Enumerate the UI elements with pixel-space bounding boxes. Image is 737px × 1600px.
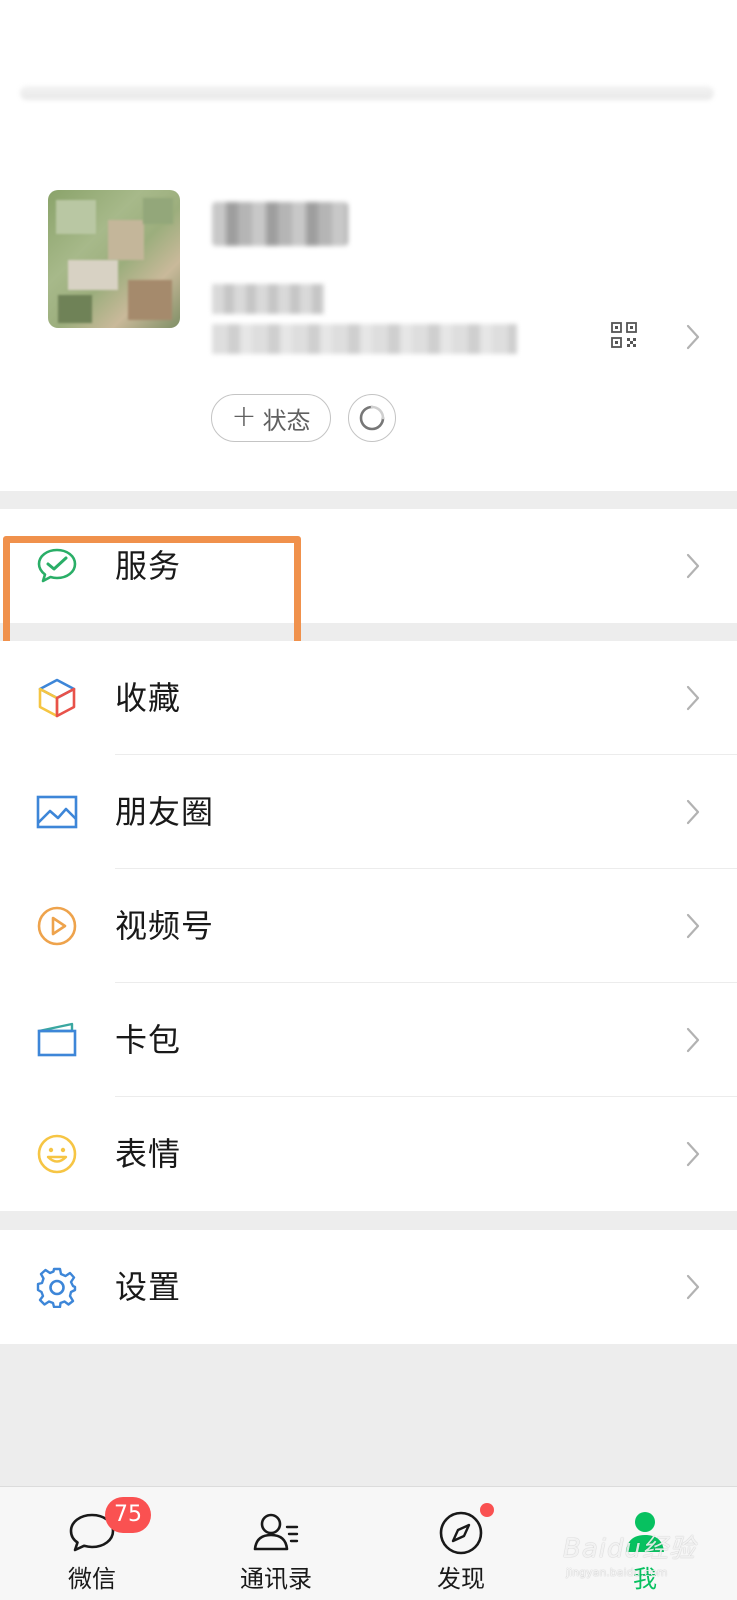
menu-item-stickers[interactable]: 表情	[0, 1097, 737, 1211]
chevron-right-icon	[686, 1274, 700, 1300]
settings-gear-icon	[36, 1267, 77, 1308]
refresh-icon	[359, 405, 385, 431]
menu-label-settings: 设置	[115, 1268, 182, 1306]
highlight-box	[3, 536, 301, 649]
tab-label-chats: 微信	[68, 1565, 116, 1593]
wechat-id-line-blurred	[212, 324, 517, 354]
menu-label-channels: 视频号	[115, 907, 215, 945]
plus-icon: +	[231, 398, 257, 434]
baidu-watermark-url: jingyan.baidu.com	[566, 1566, 668, 1579]
menu-item-card-wallet[interactable]: 卡包	[0, 983, 737, 1097]
chevron-right-icon	[686, 913, 700, 939]
nickname-blurred	[212, 202, 348, 246]
menu-label-stickers: 表情	[115, 1135, 182, 1173]
baidu-watermark: Baidu经验	[563, 1534, 696, 1564]
chevron-right-icon	[686, 685, 700, 711]
status-label: 状态	[262, 406, 311, 435]
new-dot-badge	[480, 1503, 494, 1517]
menu-label-card-wallet: 卡包	[115, 1021, 182, 1059]
moments-picture-icon	[36, 795, 78, 829]
tab-label-contacts: 通讯录	[240, 1565, 312, 1593]
contacts-person-icon	[253, 1513, 299, 1551]
menu-label-favorites: 收藏	[115, 679, 182, 717]
refresh-status-button[interactable]	[348, 394, 396, 442]
menu-item-channels[interactable]: 视频号	[0, 869, 737, 983]
stickers-smile-icon	[37, 1134, 77, 1174]
tab-discover[interactable]: 发现	[401, 1487, 521, 1600]
chevron-right-icon	[686, 1027, 700, 1053]
avatar[interactable]	[48, 190, 180, 328]
menu-item-favorites[interactable]: 收藏	[0, 641, 737, 755]
channels-play-icon	[37, 906, 77, 946]
tab-label-discover: 发现	[437, 1565, 485, 1593]
blurred-top-bar	[20, 86, 714, 100]
menu-item-moments[interactable]: 朋友圈	[0, 755, 737, 869]
chevron-right-icon	[686, 799, 700, 825]
unread-badge: 75	[105, 1497, 151, 1533]
chevron-right-icon	[686, 553, 700, 579]
menu-item-settings[interactable]: 设置	[0, 1230, 737, 1344]
profile-header[interactable]: + 状态	[0, 0, 737, 491]
qr-code-icon[interactable]	[611, 322, 637, 348]
favorites-cube-icon	[38, 678, 76, 718]
menu-label-moments: 朋友圈	[115, 793, 215, 831]
chevron-right-icon	[686, 324, 700, 350]
add-status-button[interactable]: + 状态	[211, 394, 331, 442]
tab-chats[interactable]: 75 微信	[32, 1487, 152, 1600]
card-wallet-icon	[37, 1022, 77, 1057]
discover-compass-icon	[439, 1511, 483, 1555]
tab-contacts[interactable]: 通讯录	[216, 1487, 336, 1600]
wechat-id-blurred	[212, 284, 324, 314]
chevron-right-icon	[686, 1141, 700, 1167]
